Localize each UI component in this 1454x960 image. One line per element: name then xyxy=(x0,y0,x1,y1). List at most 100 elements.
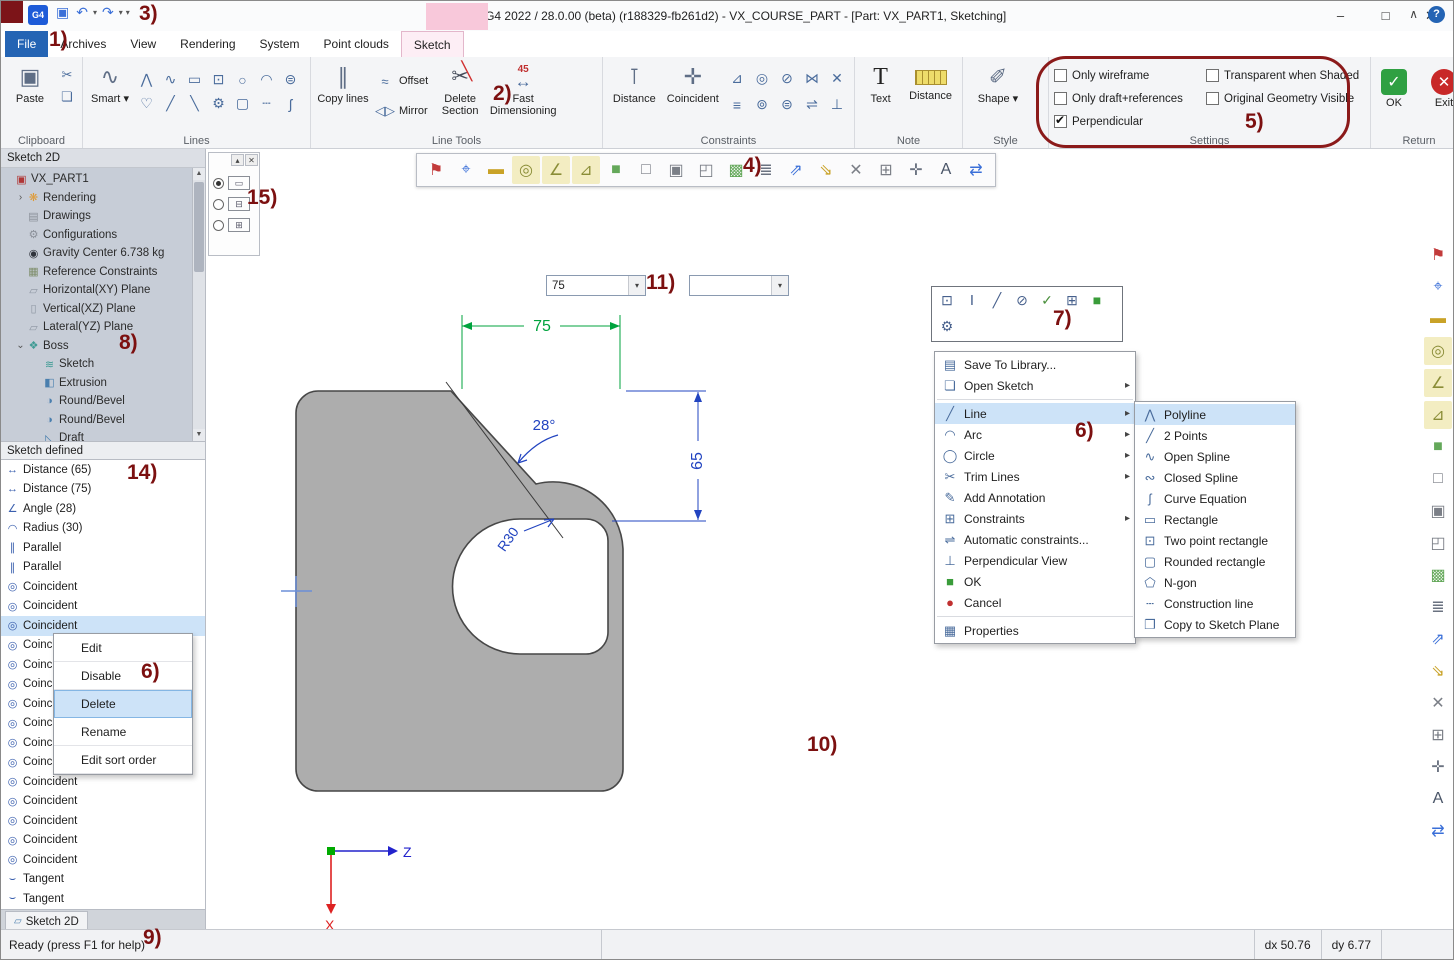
arc-icon[interactable]: ◠ xyxy=(255,68,278,91)
swap-constraint-icon[interactable]: ⇌ xyxy=(800,92,824,117)
tree-expand-icon[interactable]: ⌄ xyxy=(15,340,26,351)
tree-item[interactable]: ⚙ Configurations xyxy=(3,226,191,245)
constraint-list-item[interactable]: ◎ Coincident xyxy=(1,597,205,617)
edit-menu-item-disable[interactable]: Disable xyxy=(54,662,192,690)
shape-style-button[interactable]: ✐ Shape ▾ xyxy=(968,60,1028,105)
snap-center-icon[interactable]: ◎ xyxy=(512,156,540,184)
snap-center-icon[interactable]: ◎ xyxy=(1424,337,1452,365)
dim-height-value[interactable]: 65 xyxy=(689,452,706,470)
tree-scrollbar[interactable]: ▲ ▼ xyxy=(192,168,205,441)
tree-expand-icon[interactable]: › xyxy=(15,192,26,203)
quick-access-more-icon[interactable]: ▾ xyxy=(125,8,131,17)
copy-icon[interactable]: ❏ xyxy=(57,88,77,106)
menu-item-open-sketch[interactable]: ❏ Open Sketch ▸ xyxy=(935,375,1135,396)
section-cube-icon[interactable]: ◰ xyxy=(1424,529,1452,557)
dimension-combo-2[interactable]: ▾ xyxy=(689,275,789,296)
smart-line-button[interactable]: ∿ Smart ▾ xyxy=(88,60,132,105)
paste-button[interactable]: ▣ Paste xyxy=(6,60,54,105)
freeform-icon[interactable]: ♡ xyxy=(135,92,158,115)
concentric-constraint-icon[interactable]: ◎ xyxy=(750,66,774,91)
snap-angle-icon[interactable]: ∠ xyxy=(542,156,570,184)
snap-angle-icon[interactable]: ∠ xyxy=(1424,369,1452,397)
hidden-line-cube-icon[interactable]: ▣ xyxy=(1424,497,1452,525)
polyline-icon[interactable]: ⋀ xyxy=(135,68,158,91)
edit-menu-item-edit[interactable]: Edit xyxy=(54,634,192,662)
distance-note-button[interactable]: Distance xyxy=(904,60,957,102)
tree-item[interactable]: ◉ Gravity Center 6.738 kg xyxy=(3,244,191,263)
wireframe-cube-icon[interactable]: □ xyxy=(632,156,660,184)
swap-view-icon[interactable]: ⇄ xyxy=(1424,817,1452,845)
grid-tool-icon[interactable]: ⊞ xyxy=(872,156,900,184)
exit-button[interactable]: ✕ Exit xyxy=(1426,64,1454,109)
tree-item[interactable]: ⌄ ❖ Boss xyxy=(3,337,191,356)
shaded-cube-icon[interactable]: ■ xyxy=(1424,433,1452,461)
panel-collapse-icon[interactable]: ▴ xyxy=(231,154,244,166)
text-note-button[interactable]: T Text xyxy=(860,60,901,105)
collapse-ribbon-icon[interactable]: ∧ xyxy=(1409,7,1418,21)
coincident-constraint-button[interactable]: ✛ Coincident xyxy=(664,60,722,105)
offset-button[interactable]: ≈ Offset xyxy=(373,70,430,92)
swap-view-icon[interactable]: ⇄ xyxy=(962,156,990,184)
submenu-item-2-points[interactable]: ╱ 2 Points xyxy=(1135,425,1295,446)
rectangle-icon[interactable]: ▭ xyxy=(183,68,206,91)
submenu-item-ngon[interactable]: ⬠ N-gon xyxy=(1135,572,1295,593)
locate-icon[interactable]: ⌖ xyxy=(452,156,480,184)
settings-gear-icon[interactable]: ⚙ xyxy=(936,316,958,336)
menu-item-constraints[interactable]: ⊞ Constraints ▸ xyxy=(935,508,1135,529)
shaded-cube-icon[interactable]: ■ xyxy=(602,156,630,184)
measure-icon[interactable]: ▬ xyxy=(482,156,510,184)
symmetry-constraint-icon[interactable]: ⋈ xyxy=(800,66,824,91)
constraint-list-item[interactable]: ◎ Coincident xyxy=(1,811,205,831)
tree-item[interactable]: ▤ Drawings xyxy=(3,207,191,226)
copy-lines-button[interactable]: ∥ Copy lines xyxy=(316,60,370,105)
tangent-line-icon[interactable]: ╲ xyxy=(183,92,206,115)
exclusion-constraint-icon[interactable]: ⊘ xyxy=(775,66,799,91)
no-fill-icon[interactable]: ⊘ xyxy=(1011,290,1033,310)
apply-icon[interactable]: ■ xyxy=(1086,290,1108,310)
distance-constraint-button[interactable]: ⊺ Distance xyxy=(608,60,661,105)
export-up-icon[interactable]: ⇗ xyxy=(1424,625,1452,653)
move-tool-icon[interactable]: ✛ xyxy=(902,156,930,184)
undo-icon[interactable]: ↶ xyxy=(73,4,91,21)
menu-tab-file[interactable]: File xyxy=(5,31,48,57)
draw-line-icon[interactable]: ╱ xyxy=(986,290,1008,310)
spline-icon[interactable]: ∿ xyxy=(159,68,182,91)
dim-width-value[interactable]: 75 xyxy=(533,318,551,335)
scrollbar-thumb[interactable] xyxy=(194,182,204,272)
dim-angle-value[interactable]: 28° xyxy=(533,417,556,434)
menu-tab-rendering[interactable]: Rendering xyxy=(168,31,247,57)
feature-list-icon[interactable]: ≣ xyxy=(1424,593,1452,621)
section-cube-icon[interactable]: ◰ xyxy=(692,156,720,184)
submenu-item-open-spline[interactable]: ∿ Open Spline xyxy=(1135,446,1295,467)
settings-checkbox[interactable]: Only draft+references xyxy=(1054,87,1202,110)
constraint-list-item[interactable]: ◠ Radius (30) xyxy=(1,519,205,539)
submenu-item-construction-line[interactable]: ┄ Construction line xyxy=(1135,593,1295,614)
menu-item-trim-lines[interactable]: ✂ Trim Lines ▸ xyxy=(935,466,1135,487)
minimize-button[interactable]: – xyxy=(1318,1,1363,30)
point-rectangle-icon[interactable]: ⊡ xyxy=(207,68,230,91)
ngon-icon[interactable]: ⚙ xyxy=(207,92,230,115)
submenu-item-polyline[interactable]: ⋀ Polyline xyxy=(1135,404,1295,425)
submenu-item-curve-equation[interactable]: ʃ Curve Equation xyxy=(1135,488,1295,509)
constraint-list-item[interactable]: ↔ Distance (75) xyxy=(1,480,205,500)
delete-tool-icon[interactable]: ✕ xyxy=(842,156,870,184)
menu-item-automatic-constraints[interactable]: ⇌ Automatic constraints... xyxy=(935,529,1135,550)
export-down-icon[interactable]: ⇘ xyxy=(1424,657,1452,685)
combo-dropdown-icon[interactable]: ▾ xyxy=(771,276,788,295)
delete-section-button[interactable]: ✂ ╲ Delete Section xyxy=(433,60,487,117)
pin-icon[interactable]: ⚑ xyxy=(1424,241,1452,269)
constraint-list-item[interactable]: ∥ Parallel xyxy=(1,558,205,578)
help-icon[interactable]: ? xyxy=(1428,6,1445,23)
ellipse-icon[interactable]: ⊜ xyxy=(279,68,302,91)
menu-item-cancel[interactable]: ● Cancel xyxy=(935,592,1135,613)
circle-icon[interactable]: ○ xyxy=(231,68,254,91)
perpendicular-constraint-icon[interactable]: ⊥ xyxy=(825,92,849,117)
submenu-item-closed-spline[interactable]: ∾ Closed Spline xyxy=(1135,467,1295,488)
tree-item[interactable]: ◑ Round/Bevel xyxy=(3,411,191,430)
dimension-text-icon[interactable]: Ⅰ xyxy=(961,290,983,310)
dim-angle[interactable] xyxy=(518,435,558,463)
dimension-combo-1[interactable]: 75 ▾ xyxy=(546,275,646,296)
constraint-list-item[interactable]: ⌣ Tangent xyxy=(1,870,205,890)
cross-constraint-icon[interactable]: ✕ xyxy=(825,66,849,91)
snap-tangent-icon[interactable]: ⊿ xyxy=(1424,401,1452,429)
